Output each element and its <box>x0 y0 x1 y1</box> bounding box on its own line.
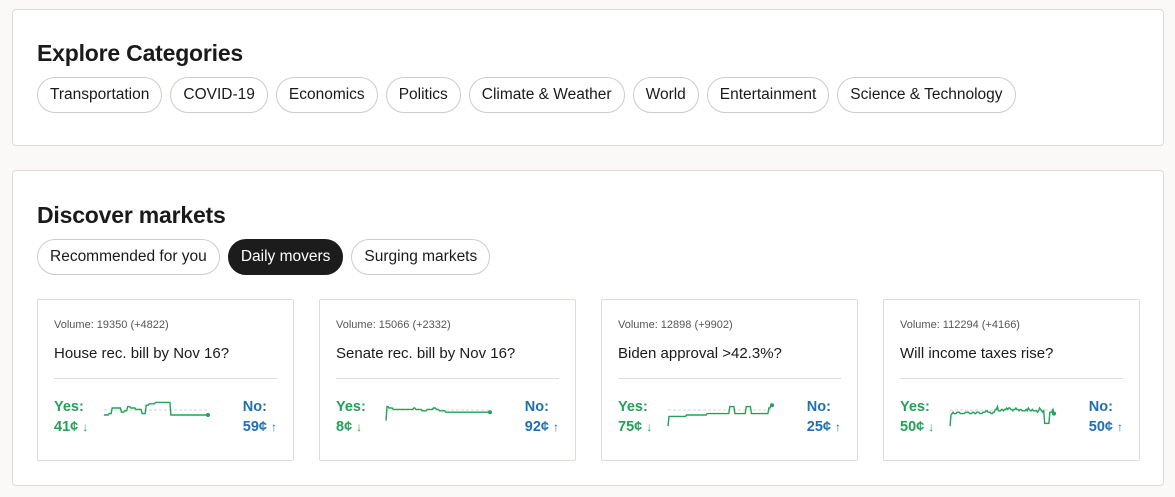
market-title: Senate rec. bill by Nov 16? <box>336 345 516 362</box>
market-card[interactable]: Volume: 15066 (+2332) Senate rec. bill b… <box>319 299 576 461</box>
sparkline-end-dot <box>488 410 492 415</box>
card-divider <box>618 378 841 379</box>
arrow-down-icon: ↓ <box>356 420 363 434</box>
sparkline-end-dot <box>206 413 210 417</box>
market-title: Biden approval >42.3%? <box>618 345 782 362</box>
category-list: Transportation COVID-19 Economics Politi… <box>37 77 1016 113</box>
no-label: No: <box>806 399 831 415</box>
category-pill-world[interactable]: World <box>632 77 699 113</box>
yes-label: Yes: <box>618 399 648 415</box>
market-card[interactable]: Volume: 19350 (+4822) House rec. bill by… <box>37 299 294 461</box>
no-price: 50¢ <box>1088 419 1113 435</box>
price-sparkline <box>104 401 210 417</box>
market-card[interactable]: Volume: 12898 (+9902) Biden approval >42… <box>601 299 858 461</box>
no-label: No: <box>524 399 549 415</box>
sparkline-end-dot <box>1052 411 1056 416</box>
yes-label: Yes: <box>54 399 84 415</box>
market-tabs: Recommended for you Daily movers Surging… <box>37 239 491 275</box>
card-divider <box>54 378 277 379</box>
yes-price: 41¢ <box>54 419 79 435</box>
no-price-block[interactable]: No: 59¢ ↑ <box>243 397 277 437</box>
market-card[interactable]: Volume: 112294 (+4166) Will income taxes… <box>883 299 1140 461</box>
market-volume: Volume: 19350 (+4822) <box>54 319 169 331</box>
yes-price-block[interactable]: Yes: 8¢ ↓ <box>336 397 366 437</box>
category-pill-transportation[interactable]: Transportation <box>37 77 163 113</box>
yes-price: 50¢ <box>900 419 925 435</box>
yes-price-block[interactable]: Yes: 75¢ ↓ <box>618 397 652 437</box>
discover-markets-title: Discover markets <box>37 202 226 228</box>
tab-surging-markets[interactable]: Surging markets <box>351 239 491 275</box>
tab-daily-movers[interactable]: Daily movers <box>227 239 344 275</box>
yes-price: 8¢ <box>336 419 353 435</box>
yes-label: Yes: <box>336 399 366 415</box>
yes-price-block[interactable]: Yes: 50¢ ↓ <box>900 397 934 437</box>
category-pill-entertainment[interactable]: Entertainment <box>706 77 830 113</box>
market-card-list: Volume: 19350 (+4822) House rec. bill by… <box>37 299 1140 461</box>
card-divider <box>900 378 1123 379</box>
sparkline-line <box>667 404 772 427</box>
arrow-up-icon: ↑ <box>553 420 559 434</box>
explore-categories-panel: Explore Categories Transportation COVID-… <box>12 9 1164 146</box>
category-pill-economics[interactable]: Economics <box>275 77 378 113</box>
sparkline-line <box>104 401 208 416</box>
sparkline-line <box>385 405 490 421</box>
yes-label: Yes: <box>900 399 930 415</box>
arrow-down-icon: ↓ <box>928 420 935 434</box>
discover-markets-panel: Discover markets Recommended for you Dai… <box>12 170 1164 486</box>
market-volume: Volume: 12898 (+9902) <box>618 319 733 331</box>
explore-categories-title: Explore Categories <box>37 40 244 66</box>
category-pill-science-technology[interactable]: Science & Technology <box>837 77 1016 113</box>
market-title: Will income taxes rise? <box>900 345 1054 362</box>
arrow-up-icon: ↑ <box>271 420 277 434</box>
market-volume: Volume: 112294 (+4166) <box>900 319 1020 331</box>
no-price-block[interactable]: No: 50¢ ↑ <box>1089 397 1123 437</box>
price-sparkline <box>385 405 492 421</box>
market-volume: Volume: 15066 (+2332) <box>336 319 451 331</box>
price-sparkline <box>949 404 1056 427</box>
no-price: 25¢ <box>806 419 831 435</box>
no-price-block[interactable]: No: 92¢ ↑ <box>525 397 559 437</box>
yes-price-block[interactable]: Yes: 41¢ ↓ <box>54 397 88 437</box>
no-label: No: <box>1088 399 1113 415</box>
category-pill-politics[interactable]: Politics <box>385 77 461 113</box>
category-pill-climate-weather[interactable]: Climate & Weather <box>468 77 625 113</box>
price-sparkline <box>667 403 774 427</box>
yes-price: 75¢ <box>618 419 643 435</box>
arrow-down-icon: ↓ <box>646 420 653 434</box>
no-price: 92¢ <box>524 419 549 435</box>
tab-recommended-for-you[interactable]: Recommended for you <box>37 239 220 275</box>
no-price-block[interactable]: No: 25¢ ↑ <box>807 397 841 437</box>
market-title: House rec. bill by Nov 16? <box>54 345 230 362</box>
sparkline-end-dot <box>770 403 774 408</box>
arrow-down-icon: ↓ <box>82 420 89 434</box>
arrow-up-icon: ↑ <box>1117 420 1123 434</box>
arrow-up-icon: ↑ <box>835 420 841 434</box>
card-divider <box>336 378 559 379</box>
no-label: No: <box>242 399 267 415</box>
category-pill-covid-19[interactable]: COVID-19 <box>170 77 268 113</box>
no-price: 59¢ <box>242 419 267 435</box>
